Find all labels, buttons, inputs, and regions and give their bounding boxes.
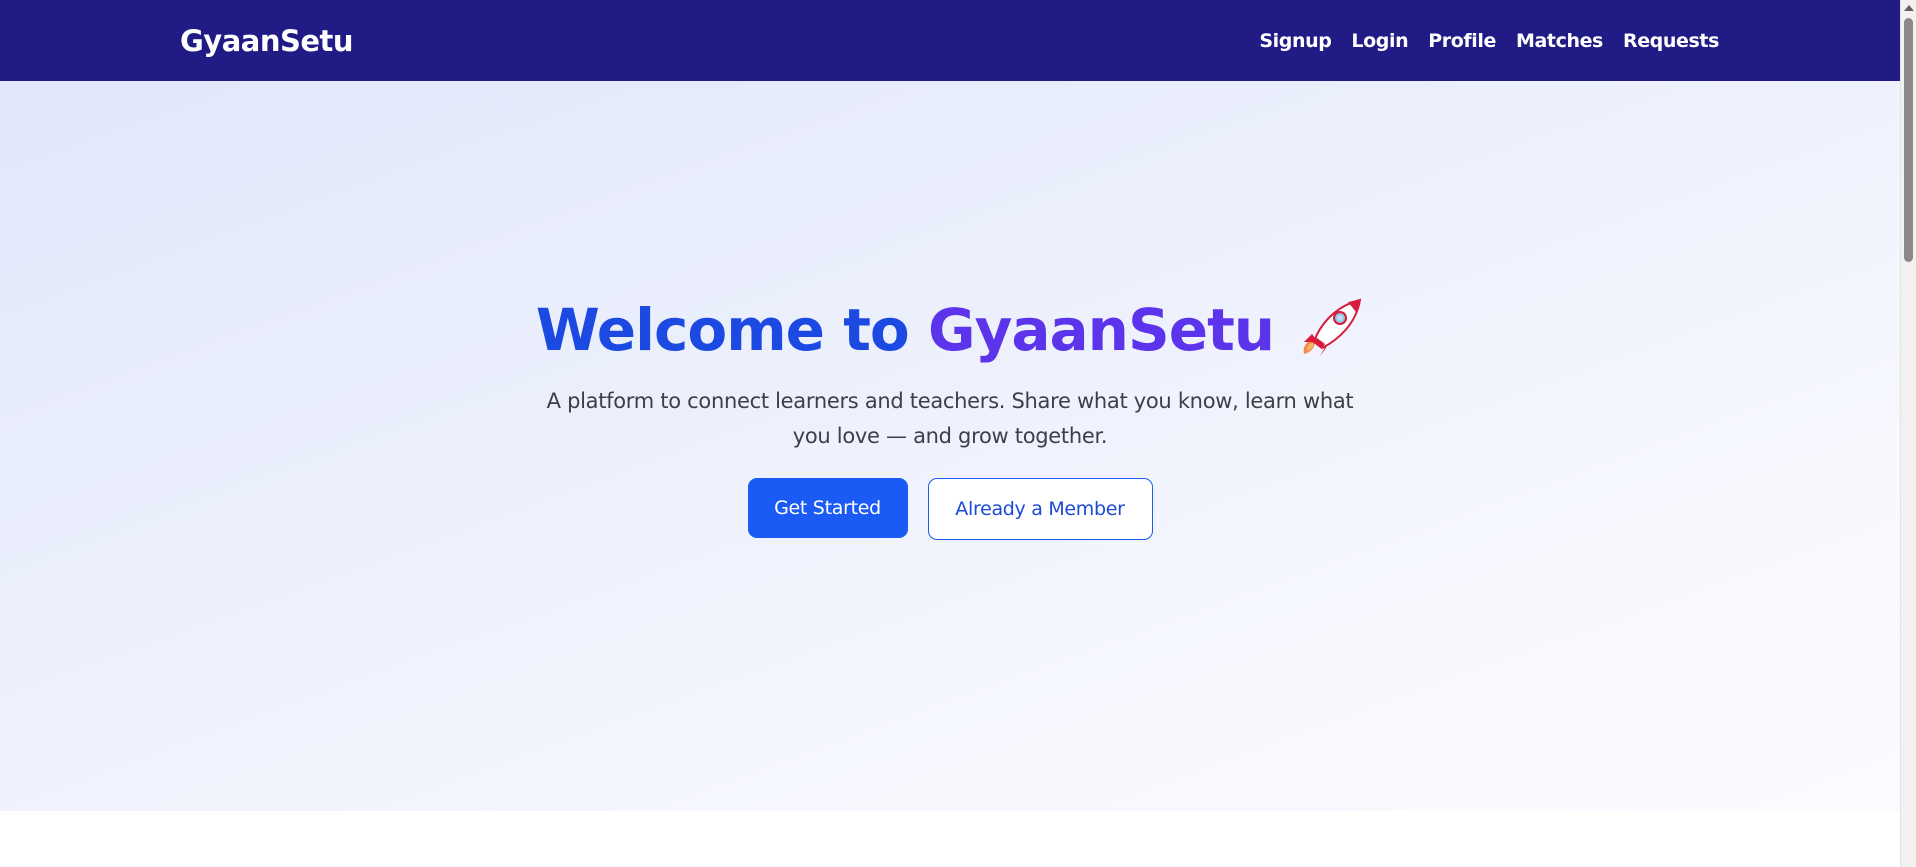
- scroll-up-arrow-icon[interactable]: [1904, 5, 1914, 11]
- nav-link-matches[interactable]: Matches: [1516, 30, 1603, 52]
- hero-actions: Get Started Already a Member: [747, 478, 1153, 540]
- nav-link-profile[interactable]: Profile: [1428, 30, 1496, 52]
- page: GyaanSetu Signup Login Profile Matches R…: [0, 0, 1916, 867]
- get-started-button[interactable]: Get Started: [747, 478, 908, 538]
- page-scrollbar[interactable]: [1900, 0, 1916, 867]
- nav-link-login[interactable]: Login: [1351, 30, 1408, 52]
- hero-title: Welcome to GyaanSetu: [536, 298, 1364, 362]
- nav-links: Signup Login Profile Matches Requests: [1259, 30, 1719, 52]
- nav-link-requests[interactable]: Requests: [1623, 30, 1719, 52]
- scrollbar-thumb[interactable]: [1904, 18, 1913, 262]
- top-navbar: GyaanSetu Signup Login Profile Matches R…: [0, 0, 1900, 81]
- hero-subtitle: A platform to connect learners and teach…: [546, 389, 1354, 448]
- rocket-icon: [1298, 298, 1364, 360]
- hero-title-prefix: Welcome to: [535, 296, 928, 364]
- hero-title-brand: GyaanSetu: [927, 296, 1275, 364]
- brand-logo[interactable]: GyaanSetu: [180, 24, 354, 58]
- hero-section: Welcome to GyaanSetu A platform to conne…: [0, 81, 1900, 811]
- already-member-button[interactable]: Already a Member: [927, 478, 1153, 540]
- nav-link-signup[interactable]: Signup: [1259, 30, 1331, 52]
